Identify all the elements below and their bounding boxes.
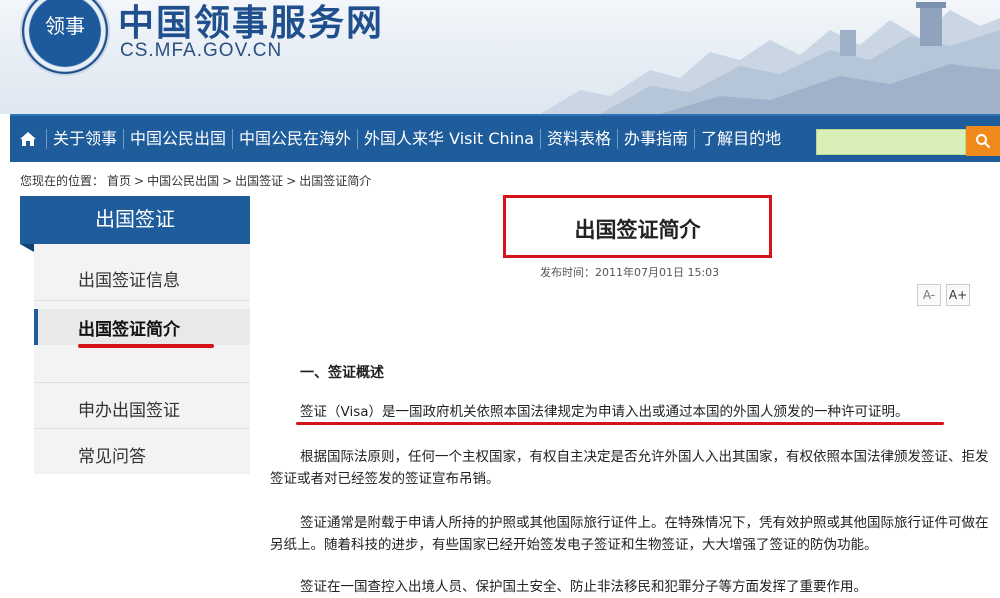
sidebar-divider bbox=[34, 300, 250, 301]
sidebar-active-indicator bbox=[34, 309, 38, 345]
sidebar-header: 出国签证 bbox=[20, 196, 250, 244]
breadcrumb-home[interactable]: 首页 bbox=[107, 174, 131, 188]
article-paragraph: 签证（Visa）是一国政府机关依照本国法律规定为申请入出或通过本国的外国人颁发的… bbox=[300, 404, 909, 420]
main-nav: 关于领事 中国公民出国 中国公民在海外 外国人来华 Visit China 资料… bbox=[10, 114, 1000, 162]
sidebar-header-notch bbox=[20, 244, 34, 252]
nav-item-destinations[interactable]: 了解目的地 bbox=[695, 115, 787, 163]
publish-time: 发布时间：2011年07月01日 15:03 bbox=[540, 266, 720, 279]
nav-item-about-consular[interactable]: 关于领事 bbox=[47, 115, 123, 163]
search-button[interactable] bbox=[966, 126, 1000, 156]
breadcrumb: 您现在的位置： 首页 > 中国公民出国 > 出国签证 > 出国签证简介 bbox=[20, 172, 374, 189]
article-paragraph: 签证通常是附载于申请人所持的护照或其他国际旅行证件上。在特殊情况下，凭有效护照或… bbox=[270, 515, 989, 553]
breadcrumb-citizens-abroad[interactable]: 中国公民出国 bbox=[147, 174, 219, 188]
search-icon bbox=[976, 134, 991, 149]
font-increase-button[interactable]: A+ bbox=[946, 284, 970, 306]
nav-item-citizens-abroad-travel[interactable]: 中国公民出国 bbox=[124, 115, 232, 163]
sidebar-item-visa-intro[interactable]: 出国签证简介 bbox=[78, 315, 180, 340]
site-header: 领事 中国领事服务网 CS.MFA.GOV.CN bbox=[0, 0, 1000, 114]
nav-item-forms[interactable]: 资料表格 bbox=[541, 115, 617, 163]
article-paragraph: 签证在一国查控入出境人员、保护国土安全、防止非法移民和犯罪分子等方面发挥了重要作… bbox=[300, 579, 867, 595]
breadcrumb-current: 出国签证简介 bbox=[299, 174, 372, 188]
article-title: 出国签证简介 bbox=[574, 218, 701, 242]
sidebar-divider bbox=[34, 428, 250, 429]
annotation-title-box: 出国签证简介 bbox=[503, 195, 772, 258]
article-paragraph: 根据国际法原则，任何一个主权国家，有权自主决定是否允许外国人入出其国家，有权依照… bbox=[270, 449, 989, 487]
nav-item-guide[interactable]: 办事指南 bbox=[618, 115, 694, 163]
sidebar-item-visa-info[interactable]: 出国签证信息 bbox=[78, 266, 180, 291]
breadcrumb-visa[interactable]: 出国签证 bbox=[235, 174, 283, 188]
font-decrease-button[interactable]: A- bbox=[917, 284, 941, 306]
breadcrumb-separator: > bbox=[222, 174, 233, 188]
great-wall-illustration bbox=[540, 2, 1000, 114]
nav-item-visit-china[interactable]: 外国人来华 Visit China bbox=[358, 115, 540, 163]
sidebar-item-apply-visa[interactable]: 申办出国签证 bbox=[78, 396, 180, 421]
consular-emblem-logo[interactable]: 领事 bbox=[22, 0, 108, 74]
sidebar-item-faq[interactable]: 常见问答 bbox=[78, 442, 146, 467]
breadcrumb-separator: > bbox=[134, 174, 145, 188]
section-heading: 一、签证概述 bbox=[300, 365, 384, 381]
nav-item-citizens-overseas[interactable]: 中国公民在海外 bbox=[233, 115, 357, 163]
annotation-underline-definition bbox=[296, 422, 944, 425]
sidebar-divider bbox=[34, 382, 250, 383]
breadcrumb-prefix: 您现在的位置： bbox=[20, 174, 105, 188]
home-icon[interactable] bbox=[10, 115, 46, 163]
emblem-text: 领事 bbox=[45, 14, 85, 38]
annotation-underline-sidebar bbox=[78, 344, 214, 348]
breadcrumb-separator: > bbox=[286, 174, 297, 188]
search-input[interactable] bbox=[816, 129, 966, 155]
site-url: CS.MFA.GOV.CN bbox=[120, 40, 283, 61]
